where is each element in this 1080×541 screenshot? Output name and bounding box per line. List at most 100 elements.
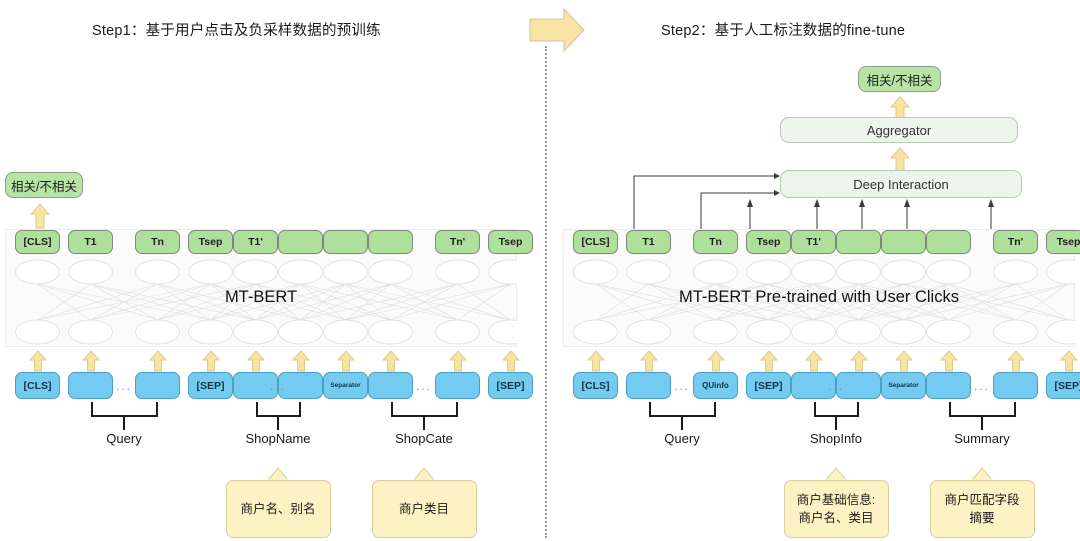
- callout-tip: [825, 467, 847, 481]
- input-up-arrow-icon: [201, 350, 220, 372]
- input-token-2[interactable]: [135, 372, 180, 399]
- input-up-arrow-icon: [639, 350, 658, 372]
- input-up-arrow-icon: [849, 350, 868, 372]
- output-token-6: [323, 230, 368, 254]
- group-bracket-stem: [123, 417, 125, 430]
- input-up-arrow-icon: [501, 350, 520, 372]
- output-token-tsep: Tsep: [1046, 230, 1080, 254]
- deep-interaction-box[interactable]: Deep Interaction: [780, 170, 1022, 198]
- output-token-tn: Tn': [435, 230, 480, 254]
- callout-line: 商户基础信息:: [796, 492, 876, 507]
- input-up-arrow-icon: [939, 350, 958, 372]
- callout-box: 商户名、别名: [225, 480, 331, 538]
- right-output-badge: 相关/不相关: [858, 66, 941, 92]
- left-bert-label: MT-BERT: [224, 288, 298, 306]
- group-bracket: [390, 402, 458, 417]
- input-token-1[interactable]: [68, 372, 113, 399]
- output-token-tn: Tn: [693, 230, 738, 254]
- input-up-arrow-icon: [1006, 350, 1025, 372]
- group-label-shopcate: ShopCate: [395, 431, 453, 446]
- callout-tip: [413, 467, 435, 481]
- output-token-5: [278, 230, 323, 254]
- token-ellipsis: ...: [673, 379, 690, 393]
- input-up-arrow-icon: [148, 350, 167, 372]
- input-up-arrow-icon: [586, 350, 605, 372]
- input-token-sep[interactable]: [SEP]: [1046, 372, 1080, 399]
- output-token-cls: [CLS]: [15, 230, 60, 254]
- group-label-query: Query: [664, 431, 700, 446]
- group-label-shopinfo: ShopInfo: [809, 431, 863, 446]
- callout-line: 商户名、类目: [798, 511, 874, 525]
- token-ellipsis: ...: [415, 379, 432, 393]
- output-token-6: [881, 230, 926, 254]
- group-bracket: [813, 402, 859, 417]
- input-up-arrow-icon: [381, 350, 400, 372]
- callout-tip: [267, 467, 289, 481]
- token-ellipsis: ...: [973, 379, 990, 393]
- input-token-separator[interactable]: Separator: [323, 372, 368, 399]
- group-bracket-stem: [423, 417, 425, 430]
- output-token-tsep: Tsep: [746, 230, 791, 254]
- callout-line: 商户类目: [398, 501, 449, 516]
- output-token-tsep: Tsep: [488, 230, 533, 254]
- input-token-cls[interactable]: [CLS]: [15, 372, 60, 399]
- input-token-7[interactable]: [926, 372, 971, 399]
- input-token-8[interactable]: [993, 372, 1038, 399]
- group-bracket-stem: [981, 417, 983, 430]
- left-output-up-arrow-icon: [29, 203, 51, 229]
- left-output-badge: 相关/不相关: [5, 172, 83, 198]
- output-token-tsep: Tsep: [188, 230, 233, 254]
- input-up-arrow-icon: [448, 350, 467, 372]
- input-token-sep[interactable]: [SEP]: [488, 372, 533, 399]
- callout-tip: [971, 467, 993, 481]
- output-token-7: [368, 230, 413, 254]
- output-token-t1: T1: [68, 230, 113, 254]
- group-bracket-stem: [835, 417, 837, 430]
- input-up-arrow-icon: [706, 350, 725, 372]
- group-bracket: [255, 402, 301, 417]
- callout-line: 摘要: [969, 511, 995, 525]
- input-up-arrow-icon: [759, 350, 778, 372]
- callout-line: 商户名、别名: [240, 501, 316, 516]
- right-bert-label: MT-BERT Pre-trained with User Clicks: [679, 288, 959, 306]
- output-token-tn: Tn: [135, 230, 180, 254]
- group-bracket: [948, 402, 1016, 417]
- right-panel-title: Step2：基于人工标注数据的fine-tune: [661, 23, 906, 39]
- token-ellipsis: ...: [115, 379, 132, 393]
- callout-line: 商户匹配字段: [944, 492, 1020, 507]
- input-up-arrow-icon: [894, 350, 913, 372]
- callout-box: 商户基础信息: 商户名、类目: [783, 480, 889, 538]
- input-token-cls[interactable]: [CLS]: [573, 372, 618, 399]
- group-label-shopname: ShopName: [245, 431, 311, 446]
- input-token-7[interactable]: [368, 372, 413, 399]
- input-up-arrow-icon: [28, 350, 47, 372]
- input-token-quinfo[interactable]: QUinfo: [693, 372, 738, 399]
- left-panel-title: Step1：基于用户点击及负采样数据的预训练: [92, 23, 381, 39]
- output-token-7: [926, 230, 971, 254]
- input-up-arrow-icon: [246, 350, 265, 372]
- input-token-1[interactable]: [626, 372, 671, 399]
- group-bracket: [90, 402, 158, 417]
- aggregator-box[interactable]: Aggregator: [780, 117, 1018, 143]
- output-token-t1: T1': [233, 230, 278, 254]
- output-token-t1: T1: [626, 230, 671, 254]
- input-up-arrow-icon: [81, 350, 100, 372]
- group-label-query: Query: [106, 431, 142, 446]
- output-token-tn: Tn': [993, 230, 1038, 254]
- output-token-cls: [CLS]: [573, 230, 618, 254]
- input-token-8[interactable]: [435, 372, 480, 399]
- input-token-sep[interactable]: [SEP]: [188, 372, 233, 399]
- output-token-t1: T1': [791, 230, 836, 254]
- input-up-arrow-icon: [804, 350, 823, 372]
- group-bracket: [648, 402, 716, 417]
- callout-box: 商户类目: [371, 480, 477, 538]
- input-up-arrow-icon: [336, 350, 355, 372]
- input-up-arrow-icon: [291, 350, 310, 372]
- group-bracket-stem: [681, 417, 683, 430]
- input-token-sep[interactable]: [SEP]: [746, 372, 791, 399]
- output-token-5: [836, 230, 881, 254]
- group-bracket-stem: [277, 417, 279, 430]
- transition-arrow-icon: [529, 7, 585, 53]
- group-label-summary: Summary: [954, 431, 1010, 446]
- input-token-separator[interactable]: Separator: [881, 372, 926, 399]
